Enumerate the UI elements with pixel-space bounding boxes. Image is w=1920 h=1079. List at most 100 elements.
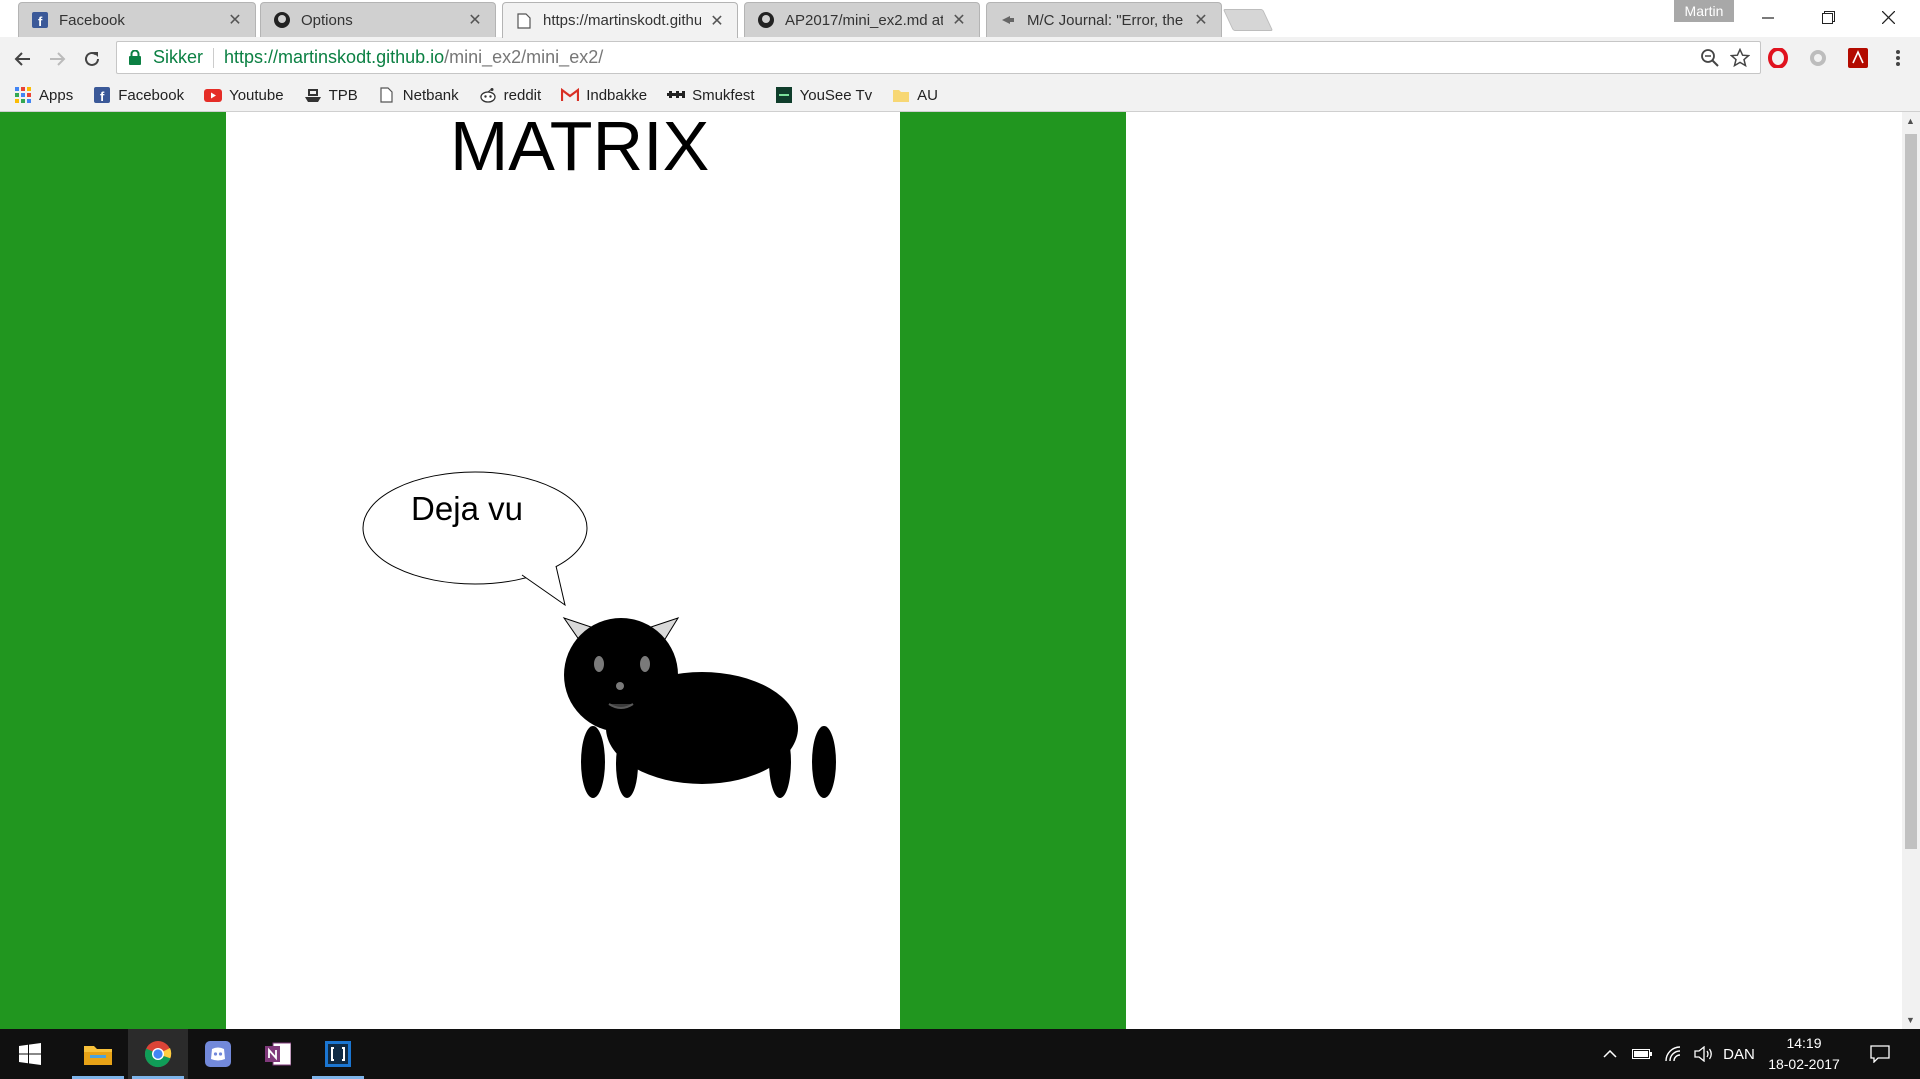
- pdf-icon[interactable]: [1846, 46, 1870, 70]
- url-path: /mini_ex2/mini_ex2/: [444, 47, 604, 67]
- windows-taskbar: DAN 14:19 18-02-2017: [0, 1029, 1920, 1079]
- bookmark-label: reddit: [503, 86, 542, 104]
- tab-github-mini-ex2[interactable]: AP2017/mini_ex2.md at r ✕: [744, 2, 980, 37]
- smukfest-icon: [667, 86, 686, 104]
- menu-icon[interactable]: [1886, 46, 1910, 70]
- bookmark-label: Indbakke: [586, 86, 648, 104]
- close-icon[interactable]: ✕: [951, 10, 967, 30]
- opera-icon[interactable]: [1766, 46, 1790, 70]
- bookmark-star-icon[interactable]: [1729, 47, 1751, 73]
- tab-mc-journal[interactable]: M/C Journal: "Error, the U ✕: [986, 2, 1222, 37]
- reload-icon[interactable]: [78, 45, 106, 73]
- restore-icon[interactable]: [1798, 0, 1858, 35]
- left-green-stripe: [0, 112, 226, 1029]
- battery-icon[interactable]: [1628, 1029, 1656, 1079]
- zoom-icon[interactable]: [1700, 48, 1720, 73]
- bookmark-yousee-tv[interactable]: YouSee Tv: [775, 86, 873, 104]
- language-indicator[interactable]: DAN: [1718, 1029, 1760, 1079]
- clock-time: 14:19: [1786, 1035, 1822, 1051]
- yousee-icon: [775, 86, 793, 104]
- clock-date: 18-02-2017: [1768, 1056, 1840, 1072]
- scroll-up-icon[interactable]: ▲: [1906, 116, 1915, 126]
- bookmark-label: AU: [917, 86, 939, 104]
- discord-icon[interactable]: [188, 1029, 248, 1079]
- reddit-icon: [479, 86, 497, 104]
- close-icon[interactable]: ✕: [227, 10, 243, 30]
- windows-start-icon[interactable]: [0, 1029, 60, 1079]
- bookmark-label: Facebook: [118, 86, 185, 104]
- folder-icon: [892, 86, 910, 104]
- page-icon: [515, 12, 533, 30]
- facebook-icon: f: [31, 11, 49, 29]
- bookmark-tpb[interactable]: TPB: [304, 86, 358, 104]
- minimize-icon[interactable]: [1738, 0, 1798, 35]
- url-host: https://martinskodt.github.io: [224, 47, 445, 67]
- tab-title: M/C Journal: "Error, the U: [1027, 11, 1185, 29]
- tab-active-page[interactable]: https://martinskodt.githu ✕: [502, 2, 738, 38]
- address-bar[interactable]: Sikker https://martinskodt.github.io/min…: [116, 41, 1761, 74]
- clock[interactable]: 14:19 18-02-2017: [1762, 1033, 1846, 1075]
- journal-icon: [999, 11, 1017, 29]
- svg-text:f: f: [38, 14, 43, 28]
- right-green-stripe: [900, 112, 1126, 1029]
- bookmark-label: Smukfest: [692, 86, 755, 104]
- tab-title: Facebook: [59, 11, 125, 29]
- facebook-icon: f: [93, 86, 111, 104]
- tab-title: Options: [301, 11, 353, 29]
- forward-icon[interactable]: [44, 45, 72, 73]
- github-icon: [273, 11, 291, 29]
- tab-facebook[interactable]: f Facebook ✕: [18, 2, 256, 37]
- tab-strip: f Facebook ✕ Options ✕ https://martinsko…: [0, 0, 1920, 38]
- speech-text: Deja vu: [411, 490, 523, 527]
- gmail-icon: [561, 86, 580, 104]
- page-icon: [378, 86, 396, 104]
- new-tab-button[interactable]: [1222, 9, 1274, 31]
- profile-button[interactable]: Martin: [1674, 0, 1734, 22]
- extension-icon[interactable]: [1806, 46, 1830, 70]
- close-icon[interactable]: ✕: [467, 10, 483, 30]
- bookmark-label: YouSee Tv: [799, 86, 873, 104]
- lock-icon: [129, 50, 145, 65]
- github-icon: [757, 11, 775, 29]
- bookmark-smukfest[interactable]: Smukfest: [667, 86, 755, 104]
- onenote-icon[interactable]: [248, 1029, 308, 1079]
- black-cat: [562, 617, 836, 798]
- tab-title: https://martinskodt.githu: [543, 12, 701, 29]
- close-window-icon[interactable]: [1858, 0, 1918, 35]
- svg-text:f: f: [100, 89, 105, 103]
- chrome-icon[interactable]: [128, 1029, 188, 1079]
- scroll-down-icon[interactable]: ▼: [1906, 1015, 1915, 1025]
- notifications-icon[interactable]: [1858, 1029, 1902, 1079]
- security-label: Sikker: [153, 47, 204, 67]
- apps-grid-icon: [14, 86, 32, 104]
- back-icon[interactable]: [8, 45, 36, 73]
- cat-scene: [362, 471, 836, 798]
- browser-toolbar: Sikker https://martinskodt.github.io/min…: [0, 37, 1920, 79]
- pirate-ship-icon: [304, 86, 322, 104]
- file-explorer-icon[interactable]: [68, 1029, 128, 1079]
- volume-icon[interactable]: [1690, 1029, 1718, 1079]
- brackets-icon[interactable]: [308, 1029, 368, 1079]
- vertical-scrollbar[interactable]: ▲ ▼: [1902, 112, 1920, 1029]
- bookmark-facebook[interactable]: f Facebook: [93, 86, 184, 104]
- bookmark-reddit[interactable]: reddit: [479, 86, 542, 104]
- bookmark-au[interactable]: AU: [892, 86, 938, 104]
- scroll-thumb[interactable]: [1905, 134, 1917, 849]
- tab-title: AP2017/mini_ex2.md at r: [785, 11, 943, 29]
- wifi-icon[interactable]: [1660, 1029, 1688, 1079]
- tab-options[interactable]: Options ✕: [260, 2, 496, 37]
- bookmark-apps[interactable]: Apps: [14, 86, 73, 104]
- close-icon[interactable]: ✕: [1193, 10, 1209, 30]
- chevron-up-icon[interactable]: [1598, 1029, 1622, 1079]
- youtube-icon: [204, 86, 223, 104]
- bookmark-indbakke[interactable]: Indbakke: [561, 86, 647, 104]
- page-viewport: MATRIX Deja vu: [0, 112, 1902, 1029]
- bookmark-label: TPB: [328, 86, 358, 104]
- bookmark-youtube[interactable]: Youtube: [204, 86, 284, 104]
- bookmark-netbank[interactable]: Netbank: [378, 86, 459, 104]
- close-icon[interactable]: ✕: [709, 11, 725, 31]
- bookmark-label: Youtube: [229, 86, 284, 104]
- bookmarks-bar: Apps f Facebook Youtube TPB Netbank redd…: [0, 79, 1920, 112]
- bookmark-label: Apps: [39, 86, 74, 104]
- bookmark-label: Netbank: [402, 86, 459, 104]
